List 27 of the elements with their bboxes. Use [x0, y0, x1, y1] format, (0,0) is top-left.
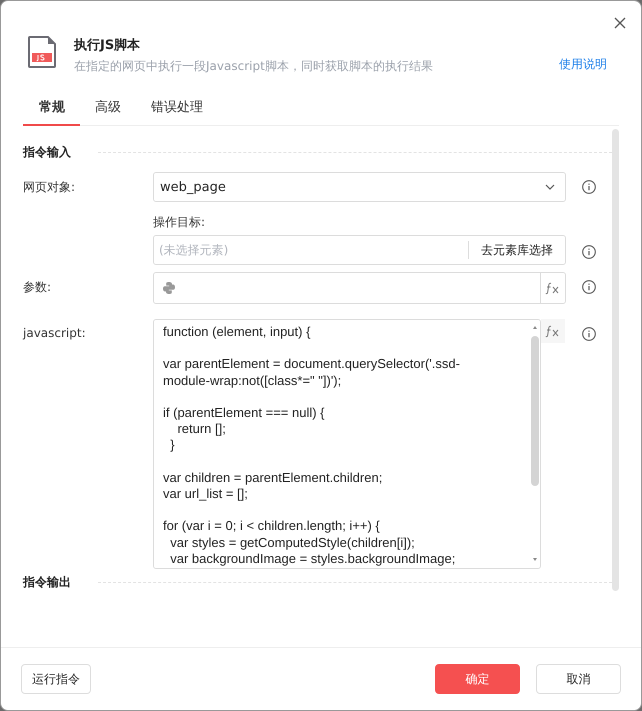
tab[interactable]: 常规	[23, 93, 80, 126]
field-label: 操作目标:	[153, 214, 206, 230]
section-title: 指令输出	[23, 574, 72, 590]
info-icon[interactable]	[582, 327, 596, 341]
info-icon[interactable]	[582, 180, 596, 194]
function-icon[interactable]	[541, 319, 565, 343]
field-label: 网页对象:	[23, 180, 76, 194]
field-label: 参数:	[23, 280, 52, 294]
tab[interactable]: 高级	[80, 93, 136, 126]
cancel-button[interactable]: 取消	[536, 664, 621, 694]
section-title: 指令输入	[23, 144, 72, 160]
code-editor[interactable]: function (element, input) { var parentElement = document.querySelector('.ssd- module-wrap:not([class*=" "])'); if (parentElement === null) { return []; } var children = parentElement.children; var url_list = []; for (var i = 0; i < children.length; i++) { var styles = getComputedStyle(children[i]); var backgroundImage = styles.backgroundImage;	[153, 319, 541, 569]
info-icon[interactable]	[582, 245, 596, 259]
close-icon[interactable]	[614, 17, 626, 29]
dialog-subtitle: 在指定的网页中执行一段Javascript脚本，同时获取脚本的执行结果	[74, 58, 434, 75]
info-icon[interactable]	[582, 280, 596, 294]
scrollbar[interactable]	[612, 129, 619, 591]
element-field[interactable]: (未选择元素) 去元素库选择	[153, 235, 566, 265]
chevron-icon	[545, 184, 555, 190]
js-file-icon	[28, 36, 56, 68]
element-library-button[interactable]: 去元素库选择	[468, 241, 565, 259]
tab[interactable]: 错误处理	[136, 93, 218, 126]
field-label: javascript:	[23, 326, 86, 340]
dropdown[interactable]: web_page	[153, 172, 566, 202]
dialog-title: 执行JS脚本	[74, 37, 142, 55]
help-link[interactable]: 使用说明	[559, 55, 607, 73]
run-button[interactable]: 运行指令	[21, 664, 91, 694]
